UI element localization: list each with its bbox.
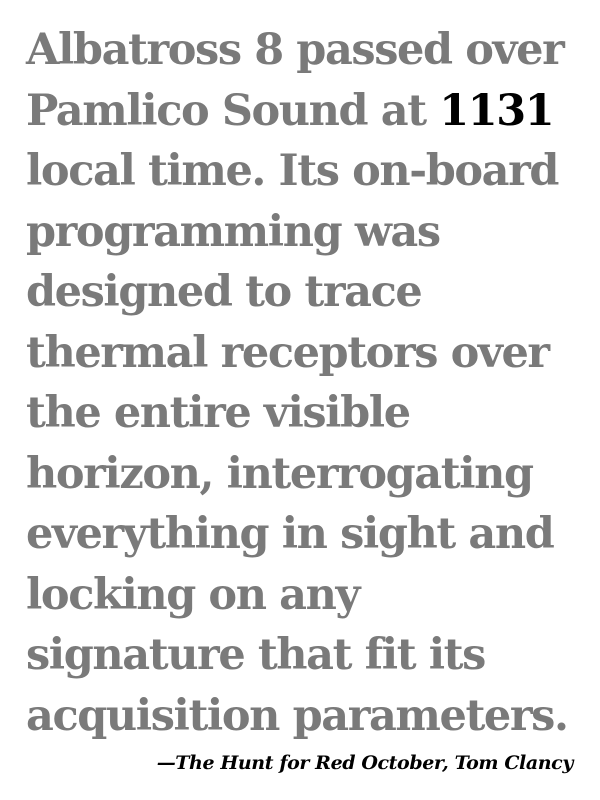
quote-line-8-text: horizon, interrogating — [26, 448, 534, 499]
quote-line-5: designed to trace — [26, 262, 586, 323]
quote-line-12: acquisition parameters. — [26, 686, 586, 747]
quote-line-7: the entire visible — [26, 383, 586, 444]
quote-line-1: Albatross 8 passed over — [26, 20, 586, 81]
quote-line-8: horizon, interrogating — [26, 444, 586, 505]
quote-line-9-text: everything in sight and — [26, 509, 555, 559]
quote-line-4-text: programming was — [26, 206, 441, 257]
quote-line-5-text: designed to trace — [26, 267, 423, 317]
highlighted-time: 1131 — [439, 85, 554, 136]
quote-line-10-text: locking on any — [26, 569, 360, 620]
quote-line-2: Pamlico Sound at 1131 — [26, 81, 586, 142]
quote-line-7-text: the entire visible — [26, 388, 411, 438]
quote-page: Albatross 8 passed over Pamlico Sound at… — [0, 0, 600, 800]
quote-line-1-text: Albatross 8 passed over — [26, 25, 565, 75]
quote-line-11: signature that fit its — [26, 625, 586, 686]
quote-line-9: everything in sight and — [26, 504, 586, 565]
quote-line-10: locking on any — [26, 565, 586, 626]
quote-line-11-text: signature that fit its — [26, 630, 486, 680]
quote-line-3: local time. Its on-board — [26, 141, 586, 202]
quote-line-6-text: thermal receptors over — [26, 327, 550, 378]
quote-line-2-text: Pamlico Sound at — [26, 85, 440, 136]
quote-text: Albatross 8 passed over Pamlico Sound at… — [26, 20, 586, 746]
quote-line-3-text: local time. Its on-board — [26, 146, 559, 196]
quote-attribution: —The Hunt for Red October, Tom Clancy — [156, 752, 574, 774]
quote-line-12-text: acquisition parameters. — [26, 690, 569, 741]
quote-line-4: programming was — [26, 202, 586, 263]
quote-line-6: thermal receptors over — [26, 323, 586, 384]
